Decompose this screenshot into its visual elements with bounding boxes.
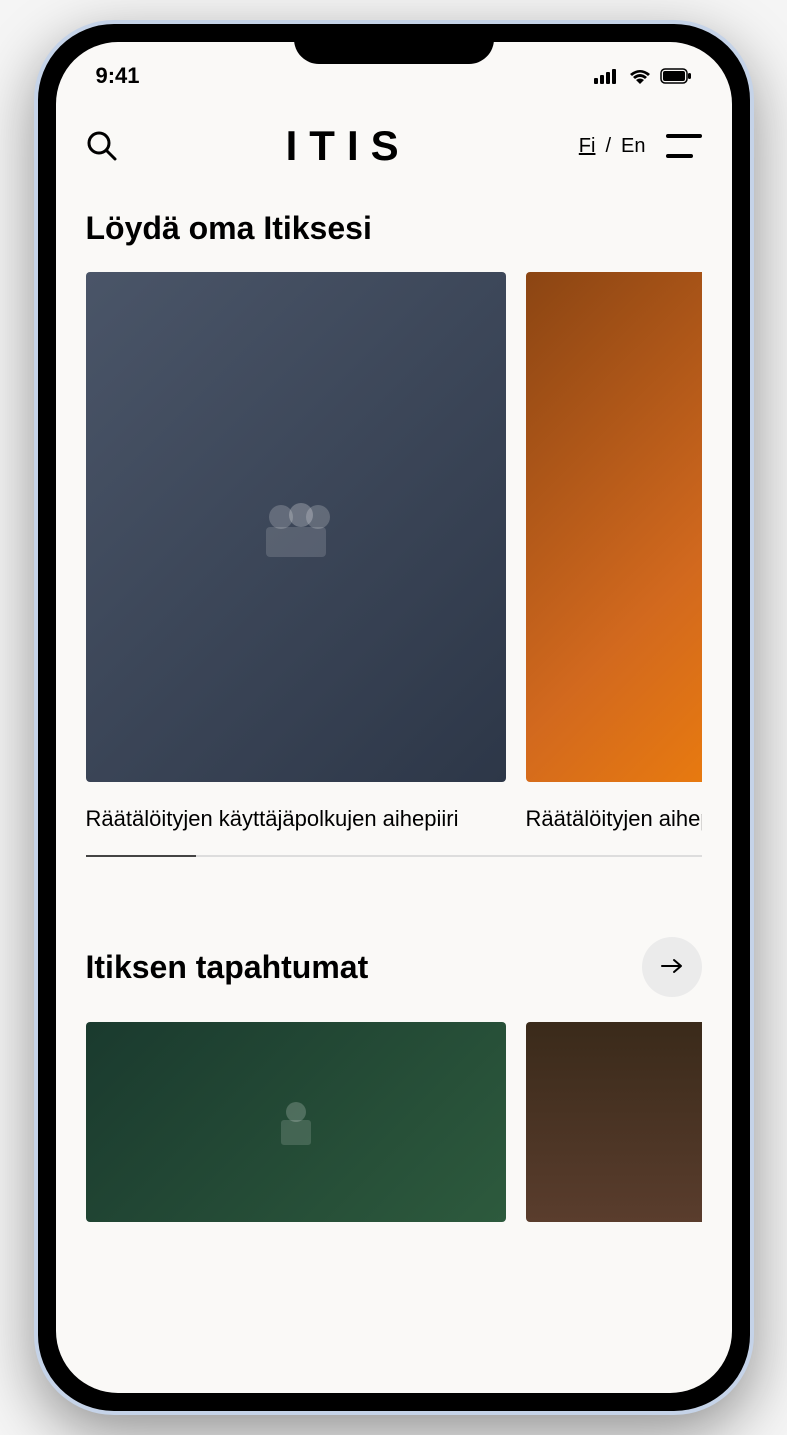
- card-image: [526, 272, 702, 782]
- events-section-header: Itiksen tapahtumat: [86, 937, 702, 997]
- signal-icon: [594, 68, 620, 84]
- arrow-right-icon: [660, 957, 684, 978]
- wifi-icon: [628, 68, 652, 84]
- search-icon[interactable]: [86, 130, 118, 162]
- menu-icon[interactable]: [666, 134, 702, 158]
- carousel-progress[interactable]: [86, 855, 702, 857]
- phone-frame: 9:41: [34, 20, 754, 1415]
- events-arrow-button[interactable]: [642, 937, 702, 997]
- lang-fi-button[interactable]: Fi: [579, 135, 596, 158]
- card-caption: Räätälöityjen käyttäjäpolkujen aihepiiri: [86, 802, 506, 835]
- app-logo[interactable]: ITIS: [286, 122, 411, 170]
- lang-divider: /: [605, 135, 611, 158]
- event-card[interactable]: IRTOKARKIT: [526, 1022, 702, 1222]
- language-switcher: Fi / En: [579, 135, 646, 158]
- event-image: IRTOKARKIT: [526, 1022, 702, 1222]
- discover-carousel[interactable]: Räätälöityjen käyttäjäpolkujen aihepiiri…: [86, 272, 702, 835]
- header-right: Fi / En: [579, 134, 702, 158]
- main-content: Löydä oma Itiksesi Rä: [56, 190, 732, 1222]
- discover-card[interactable]: Räätälöityjen aihepiiri: [526, 272, 702, 835]
- events-section-title: Itiksen tapahtumat: [86, 949, 369, 986]
- events-carousel[interactable]: IRTOKARKIT: [86, 1022, 702, 1222]
- phone-screen: 9:41: [56, 42, 732, 1393]
- phone-notch: [294, 24, 494, 64]
- discover-section-title: Löydä oma Itiksesi: [86, 210, 702, 247]
- card-caption: Räätälöityjen aihepiiri: [526, 802, 702, 835]
- status-icons: [594, 68, 692, 84]
- card-image: [86, 272, 506, 782]
- event-image: [86, 1022, 506, 1222]
- carousel-progress-bar: [86, 855, 197, 857]
- discover-card[interactable]: Räätälöityjen käyttäjäpolkujen aihepiiri: [86, 272, 506, 835]
- status-time: 9:41: [96, 63, 140, 89]
- event-card[interactable]: [86, 1022, 506, 1222]
- app-header: ITIS Fi / En: [56, 102, 732, 190]
- battery-icon: [660, 68, 692, 84]
- lang-en-button[interactable]: En: [621, 135, 645, 158]
